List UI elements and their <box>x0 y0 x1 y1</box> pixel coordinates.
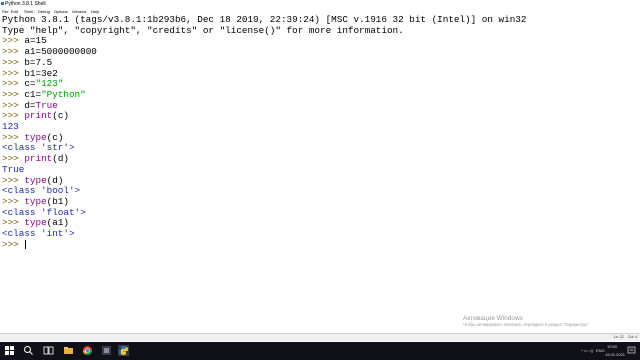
output-text: <class 'str'> <box>2 142 75 154</box>
watermark-text: Чтобы активировать Windows, перейдите в … <box>463 322 590 327</box>
python-icon <box>1 2 4 5</box>
code-text: b1=3e2 <box>24 67 58 79</box>
prompt-text: >>> <box>2 110 25 122</box>
status-line: Ln: 22 <box>614 335 624 339</box>
windows-start-icon[interactable] <box>4 345 15 356</box>
prompt-text: >>> <box>2 67 25 79</box>
activation-watermark: Активация Windows Чтобы активировать Win… <box>463 315 590 327</box>
builtin-function: type <box>24 195 47 207</box>
python-idle-taskbar-icon[interactable] <box>118 345 129 356</box>
clock-date[interactable]: 19.01.2021 <box>605 350 625 359</box>
output-text: 123 <box>2 121 19 132</box>
status-bar: Ln: 22 Col: 4 <box>0 333 640 341</box>
code-text: c= <box>24 78 36 90</box>
title-bar: Python 3.8.1 Shell <box>0 0 640 8</box>
output-text: <class 'float'> <box>2 206 86 218</box>
shell-active-line[interactable]: >>> <box>2 238 27 251</box>
prompt-text: >>> <box>2 238 25 250</box>
file-explorer-icon[interactable] <box>63 345 74 356</box>
status-col: Col: 4 <box>628 335 638 339</box>
code-text: (d) <box>46 174 64 186</box>
code-text: d= <box>24 99 36 111</box>
prompt-text: >>> <box>2 217 25 229</box>
output-text: <class 'bool'> <box>2 185 81 197</box>
code-text: c1= <box>24 88 42 100</box>
code-text: (c) <box>46 131 64 143</box>
code-text: (d) <box>52 153 69 165</box>
tray-icons: ^ ▭ ◁) <box>581 348 594 353</box>
code-text: (c) <box>52 110 69 122</box>
text-cursor <box>25 239 27 249</box>
taskbar: ^ ▭ ◁) ENG 10:50 19.01.2021 <box>0 342 640 360</box>
watermark-title: Активация Windows <box>463 315 523 322</box>
prompt-text: >>> <box>2 88 25 100</box>
builtin-function: type <box>24 217 47 229</box>
prompt-text: >>> <box>2 195 25 207</box>
builtin-function: print <box>24 153 53 165</box>
output-text: <class 'int'> <box>2 228 75 239</box>
string-literal: "Python" <box>41 88 86 100</box>
prompt-text: >>> <box>2 35 25 47</box>
prompt-text: >>> <box>2 99 25 111</box>
task-view-icon[interactable] <box>43 345 54 356</box>
keyboard-language[interactable]: ENG <box>596 342 605 360</box>
builtin-function: type <box>24 174 47 186</box>
chrome-icon[interactable] <box>82 345 93 356</box>
output-text: True <box>2 163 25 175</box>
code-text: a1=5000000000 <box>24 46 97 58</box>
code-text: b=7.5 <box>24 56 53 68</box>
code-text: a=15 <box>24 35 47 47</box>
code-text: (a1) <box>46 217 69 229</box>
notification-icon[interactable] <box>627 346 636 355</box>
string-literal: "123" <box>35 78 64 90</box>
banner-help: Type "help", "copyright", "credits" or "… <box>2 24 404 36</box>
window-title: Python 3.8.1 Shell <box>5 1 46 7</box>
prompt-text: >>> <box>2 46 25 58</box>
code-text: (b1) <box>46 195 69 207</box>
prompt-text: >>> <box>2 56 25 68</box>
prompt-text: >>> <box>2 153 25 165</box>
builtin-function: type <box>24 131 47 143</box>
app-icon[interactable] <box>101 345 112 356</box>
search-icon[interactable] <box>23 345 34 356</box>
keyword-text: True <box>35 99 58 111</box>
prompt-text: >>> <box>2 131 25 143</box>
prompt-text: >>> <box>2 174 25 186</box>
builtin-function: print <box>24 110 53 122</box>
shell-editor[interactable]: Python 3.8.1 (tags/v3.8.1:1b293b6, Dec 1… <box>0 14 640 333</box>
prompt-text: >>> <box>2 78 25 90</box>
